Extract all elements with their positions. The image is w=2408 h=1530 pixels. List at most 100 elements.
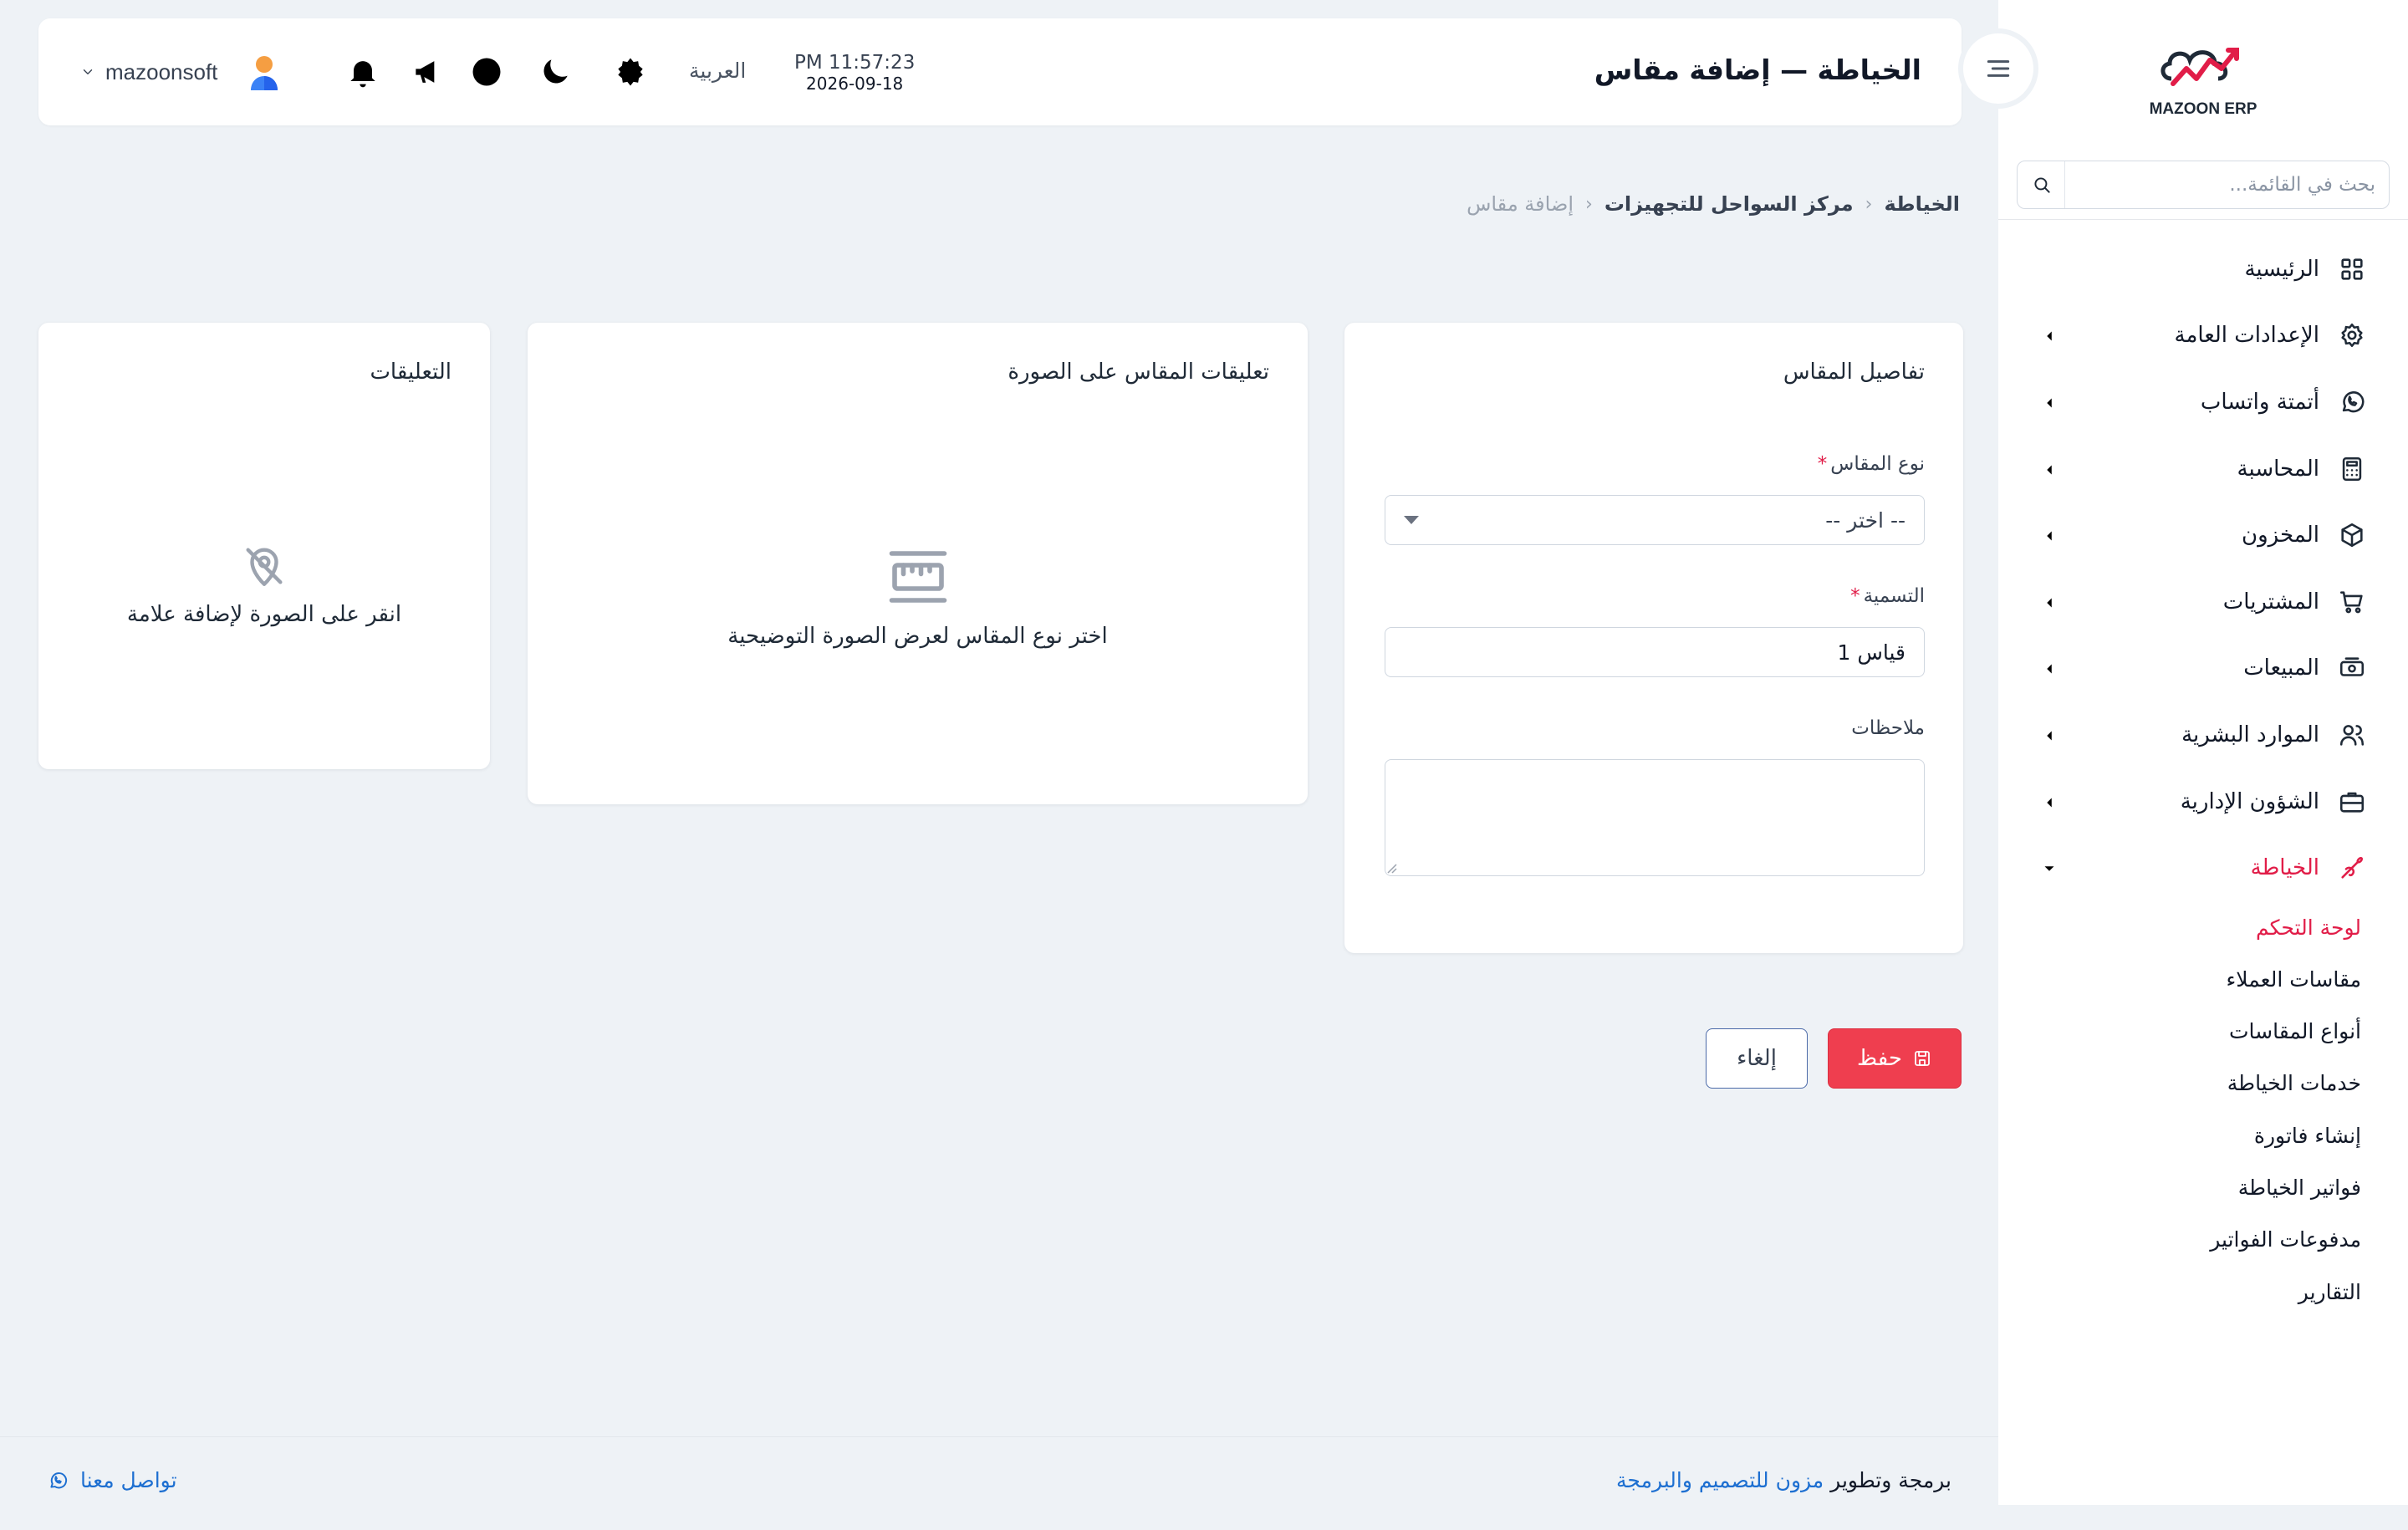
footer-divider <box>0 1436 1998 1437</box>
clock-date: 2026-09-18 <box>806 74 904 94</box>
location-off-icon <box>240 542 288 590</box>
footer-credit-prefix: برمجة وتطوير <box>1830 1468 1951 1492</box>
sidebar-item-inventory[interactable]: المخزون <box>1998 502 2408 569</box>
card-title: التعليقات <box>370 360 452 385</box>
breadcrumb-item-current: إضافة مقاس <box>1467 192 1574 216</box>
sidebar-item-sales[interactable]: المبيعات <box>1998 635 2408 702</box>
required-mark: * <box>1817 453 1828 475</box>
sidebar-item-label: الخياطة <box>2250 855 2319 881</box>
ruler-icon <box>883 542 953 612</box>
sidebar-search <box>2017 161 2390 209</box>
sidebar-item-label: المخزون <box>2242 523 2319 548</box>
gear-icon[interactable] <box>612 54 649 90</box>
chevron-left-icon <box>2040 793 2059 811</box>
measurement-name-label: التسمية* <box>1850 585 1925 607</box>
whatsapp-icon <box>47 1470 69 1492</box>
briefcase-icon <box>2338 788 2366 816</box>
measurement-type-label: نوع المقاس* <box>1818 453 1925 475</box>
header-clock: PM 11:57:23 2026-09-18 <box>794 52 915 94</box>
box-icon <box>2338 521 2366 549</box>
chevron-left-icon <box>2040 393 2059 411</box>
breadcrumb-item-branch[interactable]: مركز السواحل للتجهيزات <box>1604 192 1854 216</box>
sidebar-item-home[interactable]: الرئيسية <box>1998 236 2408 303</box>
submenu-item-reports[interactable]: التقارير <box>1998 1266 2361 1318</box>
bell-icon[interactable] <box>344 54 381 90</box>
needle-icon <box>2338 854 2366 882</box>
measurement-name-input[interactable] <box>1385 627 1925 677</box>
contact-us-link[interactable]: تواصل معنا <box>47 1468 177 1492</box>
sidebar-item-whatsapp[interactable]: أتمتة واتساب <box>1998 369 2408 436</box>
cash-register-icon <box>2338 654 2366 682</box>
save-icon <box>1912 1048 1932 1068</box>
empty-state-message: انقر على الصورة لإضافة علامة <box>126 602 402 627</box>
sidebar-menu: الرئيسية الإعدادات العامة أتمتة واتساب ا… <box>1998 236 2408 1318</box>
sidebar-search-input[interactable] <box>2064 161 2375 208</box>
moon-icon[interactable] <box>537 54 574 90</box>
gear-icon <box>2338 321 2366 349</box>
chevron-down-icon <box>80 64 95 79</box>
sidebar-toggle-button[interactable] <box>1958 28 2038 109</box>
breadcrumb: الخياطة ‹ مركز السواحل للتجهيزات ‹ إضافة… <box>1467 192 1960 216</box>
submenu-item-measurement-types[interactable]: أنواع المقاسات <box>1998 1006 2361 1058</box>
image-annotations-card: تعليقات المقاس على الصورة اختر نوع المقا… <box>528 323 1308 804</box>
cart-icon <box>2338 588 2366 616</box>
sidebar-item-label: أتمتة واتساب <box>2200 389 2319 415</box>
measurement-type-select[interactable]: -- اختر -- <box>1385 495 1925 545</box>
search-icon[interactable] <box>2031 174 2053 196</box>
submenu-item-invoice-payments[interactable]: مدفوعات الفواتير <box>1998 1214 2361 1266</box>
tailoring-submenu: لوحة التحكم مقاسات العملاء أنواع المقاسا… <box>1998 901 2408 1318</box>
sidebar-item-admin[interactable]: الشؤون الإدارية <box>1998 768 2408 835</box>
sidebar-item-hr[interactable]: الموارد البشرية <box>1998 701 2408 768</box>
empty-state-message: اختر نوع المقاس لعرض الصورة التوضيحية <box>727 624 1108 649</box>
chevron-left-icon <box>2040 593 2059 611</box>
image-empty-state: اختر نوع المقاس لعرض الصورة التوضيحية <box>528 542 1308 649</box>
sidebar-item-label: الرئيسية <box>2244 256 2319 282</box>
sidebar-item-label: المشتريات <box>2222 589 2319 615</box>
logo-text: MAZOON ERP <box>2149 100 2258 118</box>
help-icon[interactable] <box>468 54 505 90</box>
username: mazoonsoft <box>105 59 218 84</box>
submenu-item-tailoring-services[interactable]: خدمات الخياطة <box>1998 1058 2361 1109</box>
whatsapp-icon <box>2338 388 2366 416</box>
chevron-down-icon <box>2040 859 2059 877</box>
submenu-item-dashboard[interactable]: لوحة التحكم <box>1998 901 2361 953</box>
label-text: نوع المقاس <box>1830 453 1925 475</box>
footer-brand-link[interactable]: مزون للتصميم والبرمجة <box>1616 1468 1824 1492</box>
save-button[interactable]: حفظ <box>1828 1028 1962 1089</box>
calculator-icon <box>2338 455 2366 483</box>
chevron-left-icon <box>2040 460 2059 478</box>
comments-card: التعليقات انقر على الصورة لإضافة علامة <box>38 323 490 769</box>
sidebar-item-settings[interactable]: الإعدادات العامة <box>1998 303 2408 370</box>
avatar <box>251 56 278 90</box>
breadcrumb-item-tailoring[interactable]: الخياطة <box>1884 192 1960 216</box>
chevron-left-icon <box>2040 326 2059 344</box>
submenu-item-create-invoice[interactable]: إنشاء فاتورة <box>1998 1109 2361 1161</box>
sidebar-item-accounting[interactable]: المحاسبة <box>1998 436 2408 502</box>
logo[interactable]: MAZOON ERP <box>1998 33 2408 125</box>
submenu-item-customer-measurements[interactable]: مقاسات العملاء <box>1998 953 2361 1005</box>
sidebar-item-tailoring[interactable]: الخياطة <box>1998 834 2408 901</box>
page-title: الخياطة — إضافة مقاس <box>1594 54 1921 86</box>
sidebar-item-label: الموارد البشرية <box>2181 722 2319 747</box>
users-icon <box>2338 721 2366 749</box>
card-title: تفاصيل المقاس <box>1783 360 1925 385</box>
sidebar-divider <box>1998 219 2408 220</box>
cancel-button[interactable]: إلغاء <box>1706 1028 1808 1089</box>
grid-icon <box>2338 255 2366 283</box>
language-switcher[interactable]: العربية <box>689 59 746 83</box>
logo-icon <box>2161 48 2239 86</box>
chevron-left-icon <box>2040 526 2059 544</box>
top-header: الخياطة — إضافة مقاس PM 11:57:23 2026-09… <box>38 18 1962 125</box>
megaphone-icon[interactable] <box>410 54 446 90</box>
chevron-left-icon <box>2040 726 2059 744</box>
label-text: التسمية <box>1863 585 1925 607</box>
select-value: -- اختر -- <box>1825 507 1905 533</box>
resize-grip-icon[interactable] <box>1385 861 1398 875</box>
sidebar-item-purchases[interactable]: المشتريات <box>1998 569 2408 635</box>
submenu-item-tailoring-invoices[interactable]: فواتير الخياطة <box>1998 1161 2361 1213</box>
user-menu[interactable]: mazoonsoft <box>80 52 284 92</box>
footer-credit: برمجة وتطوير مزون للتصميم والبرمجة <box>1616 1468 1951 1492</box>
chevron-left-icon <box>2040 659 2059 677</box>
notes-textarea[interactable] <box>1385 759 1925 876</box>
breadcrumb-separator-icon: ‹ <box>1865 193 1873 215</box>
